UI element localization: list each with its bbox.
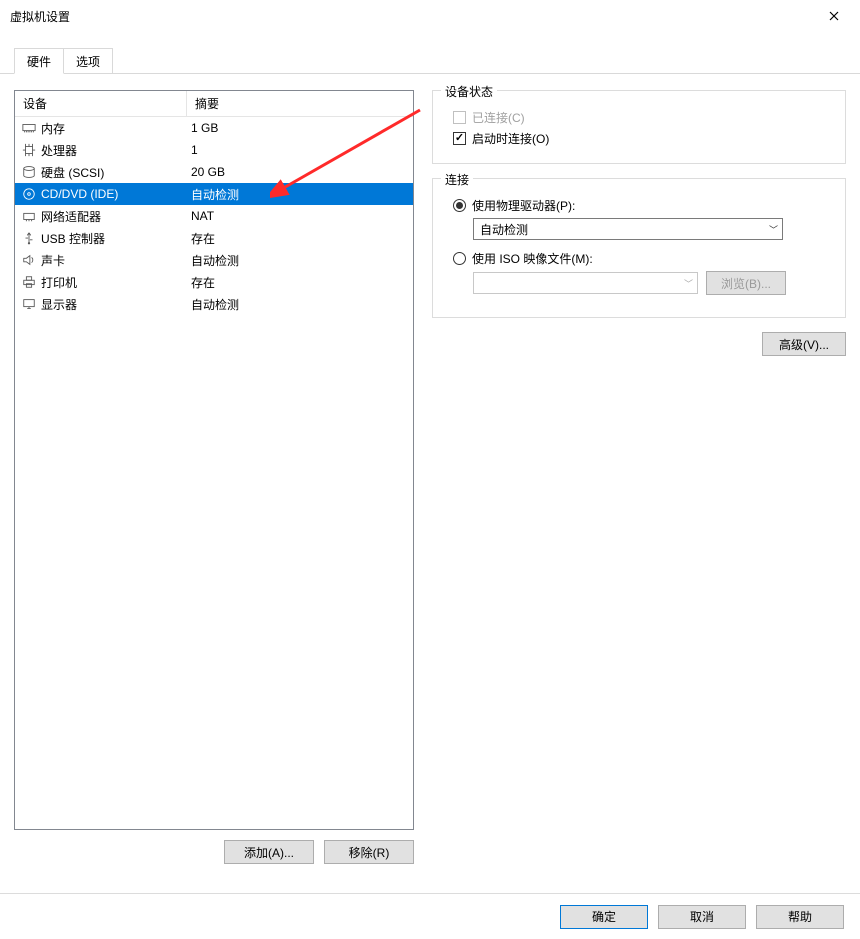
device-row[interactable]: 内存 1 GB bbox=[15, 117, 413, 139]
tab-options[interactable]: 选项 bbox=[63, 48, 113, 73]
device-row[interactable]: 显示器 自动检测 bbox=[15, 293, 413, 315]
tab-label: 硬件 bbox=[27, 55, 51, 69]
connection-group: 连接 使用物理驱动器(P): 自动检测 ﹀ 使用 ISO 映像文件(M): ﹀ bbox=[432, 178, 846, 318]
device-summary: 自动检测 bbox=[187, 296, 409, 313]
device-name: 硬盘 (SCSI) bbox=[41, 164, 104, 181]
connect-poweron-label: 启动时连接(O) bbox=[472, 130, 549, 147]
col-summary[interactable]: 摘要 bbox=[187, 91, 413, 117]
tab-hardware[interactable]: 硬件 bbox=[14, 48, 64, 74]
ok-button[interactable]: 确定 bbox=[560, 905, 648, 929]
device-name: 声卡 bbox=[41, 252, 65, 269]
list-body: 内存 1 GB 处理器 1 硬盘 (SCSI) 20 GB CD/DVD (ID… bbox=[15, 117, 413, 829]
checkbox-icon: ✓ bbox=[453, 132, 466, 145]
device-row[interactable]: 处理器 1 bbox=[15, 139, 413, 161]
device-summary: 20 GB bbox=[187, 165, 409, 179]
device-name: 内存 bbox=[41, 120, 65, 137]
cd-icon bbox=[21, 186, 37, 202]
chevron-down-icon: ﹀ bbox=[684, 277, 693, 290]
usb-icon bbox=[21, 230, 37, 246]
advanced-row: 高级(V)... bbox=[432, 332, 846, 356]
close-button[interactable] bbox=[818, 0, 850, 32]
right-panel: 设备状态 已连接(C) ✓ 启动时连接(O) 连接 使用物理驱动器(P): 自动… bbox=[432, 90, 846, 864]
radio-icon bbox=[453, 199, 466, 212]
group-title: 连接 bbox=[441, 171, 473, 188]
device-row[interactable]: 硬盘 (SCSI) 20 GB bbox=[15, 161, 413, 183]
use-physical-radio-row[interactable]: 使用物理驱动器(P): bbox=[453, 197, 833, 214]
device-summary: 存在 bbox=[187, 274, 409, 291]
window-title: 虚拟机设置 bbox=[10, 8, 70, 25]
dialog-footer: 确定 取消 帮助 bbox=[0, 893, 860, 939]
tab-row: 硬件 选项 bbox=[0, 48, 860, 74]
titlebar: 虚拟机设置 bbox=[0, 0, 860, 32]
advanced-button[interactable]: 高级(V)... bbox=[762, 332, 846, 356]
device-summary: 1 GB bbox=[187, 121, 409, 135]
help-button[interactable]: 帮助 bbox=[756, 905, 844, 929]
printer-icon bbox=[21, 274, 37, 290]
device-summary: 自动检测 bbox=[187, 186, 409, 203]
device-name: 网络适配器 bbox=[41, 208, 101, 225]
device-list: 设备 摘要 内存 1 GB 处理器 1 硬盘 (SCSI) 20 GB CD/D… bbox=[14, 90, 414, 830]
display-icon bbox=[21, 296, 37, 312]
device-row[interactable]: 打印机 存在 bbox=[15, 271, 413, 293]
use-iso-label: 使用 ISO 映像文件(M): bbox=[472, 250, 593, 267]
device-summary: NAT bbox=[187, 209, 409, 223]
device-row[interactable]: USB 控制器 存在 bbox=[15, 227, 413, 249]
close-icon bbox=[829, 8, 839, 24]
tab-label: 选项 bbox=[76, 55, 100, 69]
memory-icon bbox=[21, 120, 37, 136]
use-physical-label: 使用物理驱动器(P): bbox=[472, 197, 575, 214]
add-button[interactable]: 添加(A)... bbox=[224, 840, 314, 864]
device-summary: 自动检测 bbox=[187, 252, 409, 269]
sound-icon bbox=[21, 252, 37, 268]
physical-drive-select[interactable]: 自动检测 ﹀ bbox=[473, 218, 783, 240]
device-name: CD/DVD (IDE) bbox=[41, 187, 118, 201]
remove-button[interactable]: 移除(R) bbox=[324, 840, 414, 864]
cpu-icon bbox=[21, 142, 37, 158]
cancel-button[interactable]: 取消 bbox=[658, 905, 746, 929]
device-name: 打印机 bbox=[41, 274, 77, 291]
device-summary: 1 bbox=[187, 143, 409, 157]
radio-icon bbox=[453, 252, 466, 265]
device-name: 显示器 bbox=[41, 296, 77, 313]
device-summary: 存在 bbox=[187, 230, 409, 247]
use-iso-radio-row[interactable]: 使用 ISO 映像文件(M): bbox=[453, 250, 833, 267]
physical-drive-select-wrap: 自动检测 ﹀ bbox=[473, 218, 833, 240]
device-row[interactable]: 网络适配器 NAT bbox=[15, 205, 413, 227]
left-panel: 设备 摘要 内存 1 GB 处理器 1 硬盘 (SCSI) 20 GB CD/D… bbox=[14, 90, 414, 864]
connected-checkbox-row: 已连接(C) bbox=[453, 109, 833, 126]
chevron-down-icon: ﹀ bbox=[769, 223, 778, 236]
connect-poweron-checkbox-row[interactable]: ✓ 启动时连接(O) bbox=[453, 130, 833, 147]
device-row[interactable]: 声卡 自动检测 bbox=[15, 249, 413, 271]
iso-path-input[interactable]: ﹀ bbox=[473, 272, 698, 294]
list-header: 设备 摘要 bbox=[15, 91, 413, 117]
device-status-group: 设备状态 已连接(C) ✓ 启动时连接(O) bbox=[432, 90, 846, 164]
browse-button[interactable]: 浏览(B)... bbox=[706, 271, 786, 295]
hdd-icon bbox=[21, 164, 37, 180]
device-row[interactable]: CD/DVD (IDE) 自动检测 bbox=[15, 183, 413, 205]
col-device[interactable]: 设备 bbox=[15, 91, 187, 117]
left-buttons: 添加(A)... 移除(R) bbox=[14, 840, 414, 864]
connected-label: 已连接(C) bbox=[472, 109, 525, 126]
net-icon bbox=[21, 208, 37, 224]
iso-row: ﹀ 浏览(B)... bbox=[473, 271, 833, 295]
group-title: 设备状态 bbox=[441, 83, 497, 100]
device-name: USB 控制器 bbox=[41, 230, 105, 247]
content-area: 设备 摘要 内存 1 GB 处理器 1 硬盘 (SCSI) 20 GB CD/D… bbox=[0, 74, 860, 864]
device-name: 处理器 bbox=[41, 142, 77, 159]
physical-drive-value: 自动检测 bbox=[480, 221, 528, 238]
checkbox-icon bbox=[453, 111, 466, 124]
